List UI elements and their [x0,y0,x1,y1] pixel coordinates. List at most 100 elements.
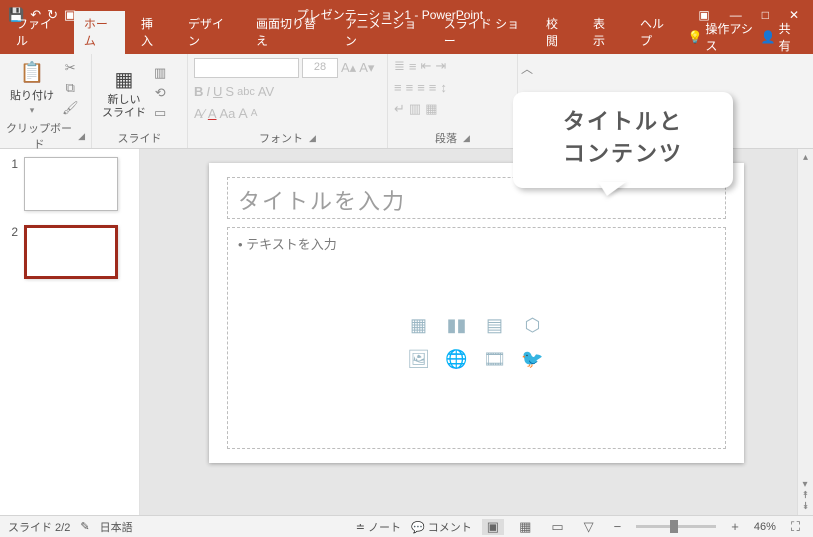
notes-button[interactable]: ≐ ノート [356,519,401,535]
text-direction-icon[interactable]: ↵ [394,101,405,117]
share-button[interactable]: 👤共有 [761,20,797,54]
slideshow-view-icon[interactable]: ▽ [579,519,599,535]
insert-3d-icon[interactable]: ⬡ [519,313,547,337]
strike-icon[interactable]: S [225,84,234,99]
normal-view-icon[interactable]: ▣ [482,519,504,535]
tab-help[interactable]: ヘルプ [630,11,681,54]
reading-view-icon[interactable]: ▭ [546,519,568,535]
thumb-slide-2[interactable] [24,225,118,279]
change-case-icon[interactable]: Aa [220,106,236,121]
tab-design[interactable]: デザイン [178,11,240,54]
clear-format-icon[interactable]: A⁄ [194,106,205,121]
zoom-in-icon[interactable]: + [726,519,744,534]
thumb-slide-1[interactable] [24,157,118,211]
tab-animations[interactable]: アニメーション [335,11,428,54]
numbering-icon[interactable]: ≡ [409,59,417,74]
line-spacing-icon[interactable]: ↕ [440,80,447,95]
align-right-icon[interactable]: ≡ [417,80,425,95]
new-slide-icon: ▦ [115,67,134,92]
slide-canvas[interactable]: タイトルを入力 • テキストを入力 ▦ ▮▮ ▤ ⬡ 🖼 🌐 🎞 🐦 [209,163,744,463]
group-slides: ▦ 新しい スライド ▥ ⟲ ▭ スライド [92,54,188,148]
insert-online-picture-icon[interactable]: 🌐 [443,347,471,371]
language-indicator[interactable]: 日本語 [100,519,133,535]
increase-font-icon[interactable]: A▴ [341,60,356,76]
group-slides-label: スライド [118,130,162,146]
tab-slideshow[interactable]: スライド ショー [434,11,530,54]
font-color-icon[interactable]: A [208,106,217,121]
bullets-icon[interactable]: ≣ [394,58,405,74]
clipboard-dialog-launcher-icon[interactable]: ◢ [78,131,85,142]
next-slide-icon[interactable]: ⯯ [803,501,809,512]
zoom-slider[interactable] [636,525,716,528]
copy-icon[interactable]: ⧉ [66,80,75,96]
work-area: 1 2 タイトルを入力 • テキストを入力 ▦ ▮▮ ▤ ⬡ 🖼 🌐 🎞 🐦 [0,149,813,515]
ribbon-tabs: ファイル ホーム 挿入 デザイン 画面切り替え アニメーション スライド ショー… [0,29,813,54]
shadow-icon[interactable]: abc [237,86,255,98]
reset-icon[interactable]: ⟲ [155,85,166,101]
paragraph-dialog-launcher-icon[interactable]: ◢ [463,133,470,144]
comments-button[interactable]: 💬 コメント [411,519,472,535]
callout-line1: タイトルと [531,106,715,138]
new-slide-button[interactable]: ▦ 新しい スライド [98,65,150,120]
content-placeholder[interactable]: • テキストを入力 ▦ ▮▮ ▤ ⬡ 🖼 🌐 🎞 🐦 [227,227,726,449]
insert-picture-icon[interactable]: 🖼 [405,347,433,371]
tab-file[interactable]: ファイル [6,11,68,54]
decrease-indent-icon[interactable]: ⇤ [421,58,432,74]
group-font-label: フォント [259,130,303,146]
vertical-scrollbar[interactable]: ▴ ▾ ⯭ ⯯ [797,149,813,515]
scroll-down-icon[interactable]: ▾ [803,479,809,490]
tab-home[interactable]: ホーム [74,11,125,54]
prev-slide-icon[interactable]: ⯭ [803,490,809,501]
shrink-font-icon[interactable]: A [251,108,258,119]
grow-font-icon[interactable]: A [238,105,247,121]
insert-smartart-icon[interactable]: ▤ [481,313,509,337]
insert-icon-icon[interactable]: 🐦 [519,347,547,371]
spellcheck-icon[interactable]: ✎ [80,520,89,533]
format-painter-icon[interactable]: 🖌 [62,100,79,116]
thumbnail-2[interactable]: 2 [6,225,133,279]
group-paragraph: ≣ ≡ ⇤ ⇥ ≡ ≡ ≡ ≡ ↕ ↵ ▥ ▦ 段落 ◢ [388,54,518,148]
section-icon[interactable]: ▭ [154,105,166,121]
share-icon: 👤 [761,30,776,44]
font-size-combo[interactable]: 28 [302,58,338,78]
convert-smartart-icon[interactable]: ▦ [425,101,437,117]
align-left-icon[interactable]: ≡ [394,80,402,95]
tell-me[interactable]: 💡操作アシス [687,20,754,54]
columns-icon[interactable]: ▥ [409,101,421,117]
paste-button[interactable]: 📋 貼り付け ▾ [6,58,58,118]
group-paragraph-label: 段落 [435,130,457,146]
tab-transitions[interactable]: 画面切り替え [246,11,329,54]
slide-edit-area[interactable]: タイトルを入力 • テキストを入力 ▦ ▮▮ ▤ ⬡ 🖼 🌐 🎞 🐦 ▴ ▾ [140,149,813,515]
justify-icon[interactable]: ≡ [429,80,437,95]
status-bar: スライド 2/2 ✎ 日本語 ≐ ノート 💬 コメント ▣ ▦ ▭ ▽ − + … [0,515,813,537]
clipboard-icon: 📋 [20,60,45,85]
underline-icon[interactable]: U [213,84,222,99]
insert-table-icon[interactable]: ▦ [405,313,433,337]
bold-icon[interactable]: B [194,84,203,99]
layout-icon[interactable]: ▥ [154,65,166,81]
font-name-combo[interactable] [194,58,299,78]
thumbnail-1[interactable]: 1 [6,157,133,211]
group-clipboard-label: クリップボード [6,120,72,152]
italic-icon[interactable]: I [206,84,210,99]
cut-icon[interactable]: ✂ [65,60,76,76]
character-spacing-icon[interactable]: AV [258,84,274,99]
align-center-icon[interactable]: ≡ [406,80,414,95]
sorter-view-icon[interactable]: ▦ [514,519,536,535]
group-font: 28 A▴ A▾ B I U S abc AV A⁄ A Aa A A フォント… [188,54,388,148]
fit-to-window-icon[interactable]: ⛶ [786,519,805,535]
zoom-level[interactable]: 46% [754,521,776,533]
insert-chart-icon[interactable]: ▮▮ [443,313,471,337]
decrease-font-icon[interactable]: A▾ [359,60,374,76]
scroll-up-icon[interactable]: ▴ [803,152,808,163]
font-dialog-launcher-icon[interactable]: ◢ [309,133,316,144]
tab-review[interactable]: 校閲 [536,11,577,54]
callout-bubble: タイトルと コンテンツ [513,92,733,188]
tab-insert[interactable]: 挿入 [131,11,172,54]
slide-thumbnail-pane[interactable]: 1 2 [0,149,140,515]
zoom-out-icon[interactable]: − [609,519,627,534]
slide-counter[interactable]: スライド 2/2 [8,519,70,535]
increase-indent-icon[interactable]: ⇥ [435,58,446,74]
tab-view[interactable]: 表示 [583,11,624,54]
insert-video-icon[interactable]: 🎞 [481,347,509,371]
